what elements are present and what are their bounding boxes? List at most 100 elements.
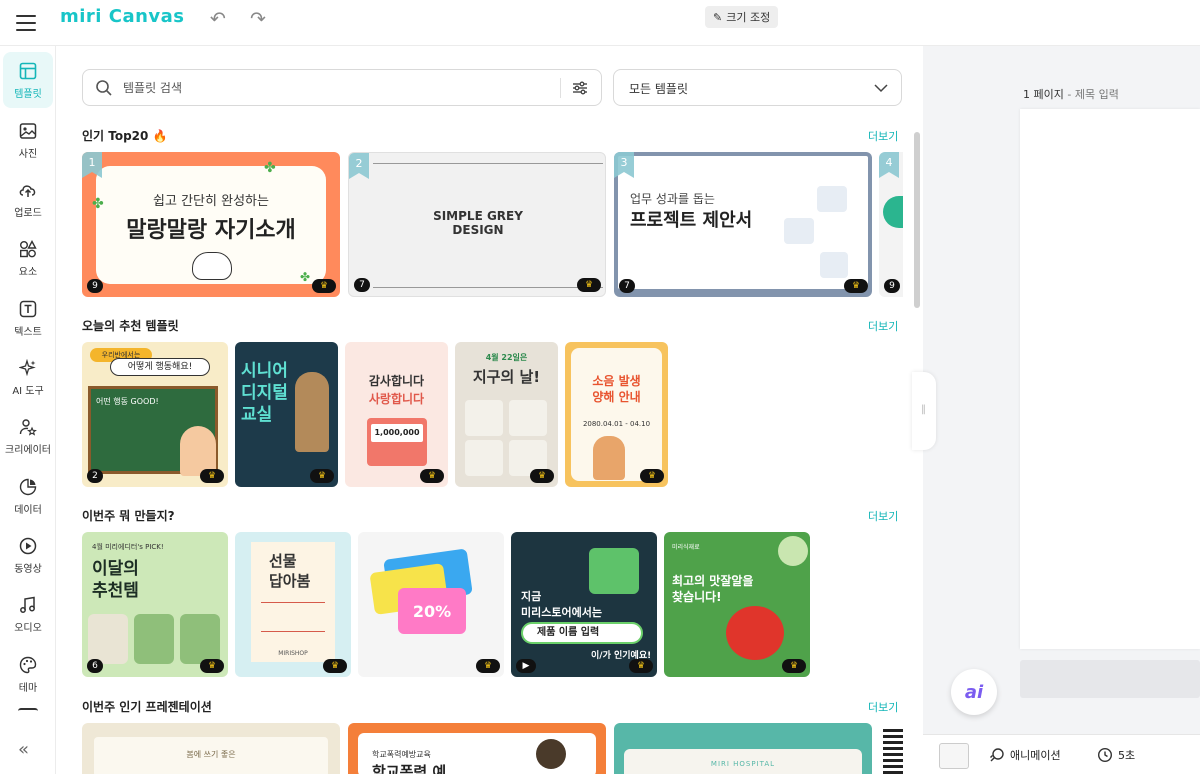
panel-collapse-handle[interactable]: ‖ [912,372,936,450]
product-tile [88,614,128,664]
amount-text: 1,000,000 [371,424,423,442]
sidebar-item-creator[interactable]: 크리에이터 [0,408,56,464]
sidebar-item-video[interactable]: 동영상 [0,527,56,583]
section-title-week: 이번주 뭐 만들지? [82,509,175,523]
more-link-top20[interactable]: 더보기 [868,128,898,144]
diagram-node [817,186,847,212]
ai-assistant-button[interactable]: ai [951,669,997,715]
template-card[interactable]: 우리반에서는 어떻게 행동해요! 어떤 행동 GOOD! 2 ♛ [82,342,228,487]
template-card[interactable]: 20% ♛ [358,532,504,677]
page-thumbnail-strip[interactable] [1020,660,1200,698]
sidebar-item-templates[interactable]: 템플릿 [3,52,53,108]
sidebar-item-text[interactable]: 텍스트 [0,290,56,346]
sidebar-item-ai-tools[interactable]: AI 도구 [0,349,56,405]
sidebar-item-audio[interactable]: 오디오 [0,586,56,642]
sidebar-item-data[interactable]: 데이터 [0,468,56,524]
template-panel: 모든 템플릿 인기 Top20 🔥 더보기 1 쉽고 간단히 완성하는 말랑말랑… [57,46,923,774]
sidebar-item-theme[interactable]: 테마 [0,646,56,702]
more-link-presentations[interactable]: 더보기 [868,699,898,715]
more-link-today[interactable]: 더보기 [868,318,898,334]
template-card[interactable]: 학교폭력예방교육 학교폭력 예 [348,723,606,774]
page-label: 1 페이지 - 제목 입력 [1023,86,1119,102]
text-icon [18,299,38,319]
section-title-presentations: 이번주 인기 프레젠테이션 [82,700,212,714]
search-input[interactable] [123,78,543,98]
sidebar-item-label: 업로드 [14,207,42,219]
animation-button[interactable]: 애니메이션 [989,747,1061,763]
template-card[interactable]: 감사합니다 사랑합니다 1,000,000 ♛ [345,342,448,487]
partial-icon [18,708,38,714]
sidebar-item-label: 텍스트 [14,326,42,338]
template-card[interactable]: 1 쉽고 간단히 완성하는 말랑말랑 자기소개 ✤ ✤ ✤ 9 ♛ [82,152,340,297]
sidebar-item-label: 크리에이터 [5,444,51,456]
vegetable-illustration [778,536,808,566]
tomato-illustration [726,606,784,660]
canvas-page[interactable] [1020,109,1200,649]
rank-badge: 1 [82,152,102,178]
sidebar-item-label: AI 도구 [12,385,44,397]
template-card[interactable] [879,723,903,774]
earth-tile [509,400,547,436]
section-title-top20: 인기 Top20 🔥 [82,129,168,143]
premium-crown-icon: ♛ [200,659,224,673]
template-card[interactable]: 4월 22일은 지구의 날! ♛ [455,342,558,487]
resize-button[interactable]: ✎ 크기 조정 [705,6,779,28]
card-title: 지금 [521,590,542,603]
template-card[interactable]: 2 SIMPLE GREY DESIGN 7 ♛ [348,152,606,297]
card-subtitle: 쉽고 간단히 완성하는 [153,194,269,209]
gift-illustration [589,548,639,594]
sidebar-item-upload[interactable]: 업로드 [0,171,56,227]
page-title-input[interactable]: 제목 입력 [1075,88,1119,101]
chart-icon [18,477,38,497]
hamburger-menu-icon[interactable] [14,12,38,34]
template-filter-select[interactable]: 모든 템플릿 [613,69,902,106]
sidebar-item-label: 요소 [18,266,38,278]
card-subtitle: 봄에 쓰기 좋은 [186,750,236,759]
template-card[interactable]: 시니어 디지털 교실 ♛ [235,342,338,487]
elder-illustration [295,372,329,452]
filter-sliders-icon[interactable] [571,79,589,97]
page-count-badge: 6 [87,659,103,673]
redo-icon[interactable]: ↷ [250,8,266,30]
character-illustration [536,739,566,769]
template-card[interactable]: 소음 발생 양해 안내 2080.04.01 - 04.10 ♛ [565,342,668,487]
card-title: SIMPLE GREY [433,209,523,223]
page-thumbnail[interactable] [939,743,969,769]
panel-scrollbar[interactable] [914,132,920,308]
template-card[interactable]: 3 업무 성과를 돕는 프로젝트 제안서 7 ♛ [614,152,872,297]
card-subtitle: 미리식재료 [672,544,700,551]
template-card[interactable]: 봄에 쓰기 좋은 [82,723,340,774]
template-card[interactable]: 4월 미리에디터's PICK! 이달의 추천템 6 ♛ [82,532,228,677]
section-title-today: 오늘의 추천 템플릿 [82,319,179,333]
premium-crown-icon: ♛ [629,659,653,673]
card-text: 어떤 행동 GOOD! [96,397,159,406]
sidebar-item-elements[interactable]: 요소 [0,230,56,286]
template-card[interactable]: MIRI HOSPITAL [614,723,872,774]
more-link-week[interactable]: 더보기 [868,508,898,524]
card-brand: MIRISHOP [278,650,308,657]
premium-crown-icon: ♛ [844,279,868,293]
earth-tile [465,440,503,476]
premium-crown-icon: ♛ [323,659,347,673]
template-card[interactable]: 지금 미리스토어에서는 제품 이름 입력 이/가 인기예요! ▶ ♛ [511,532,657,677]
grip-icon: ‖ [921,404,926,415]
template-card[interactable]: 미리식재료 최고의 맛잘알을 찾습니다! ♛ [664,532,810,677]
template-card[interactable]: 선물 답아봄 MIRISHOP ♛ [235,532,351,677]
premium-crown-icon: ♛ [782,659,806,673]
search-icon [96,80,112,96]
premium-crown-icon: ♛ [640,469,664,483]
rank-badge: 4 [879,152,899,178]
collapse-sidebar-icon[interactable]: « [18,739,29,760]
duration-button[interactable]: 5초 [1097,747,1135,763]
template-card[interactable]: 4 9 [879,152,903,297]
undo-icon[interactable]: ↶ [210,8,226,30]
resize-button-label: 크기 조정 [726,11,771,24]
clover-icon: ✤ [300,270,311,284]
card-title-2: 추천템 [92,581,139,601]
top-bar: miri Canvas ↶ ↷ ✎ 크기 조정 [0,0,1200,46]
bottom-toolbar: 애니메이션 5초 [923,734,1200,774]
app-logo[interactable]: miri Canvas [60,6,185,27]
sidebar-item-photos[interactable]: 사진 [0,112,56,168]
puppy-illustration [192,252,232,280]
card-rule [373,287,603,288]
